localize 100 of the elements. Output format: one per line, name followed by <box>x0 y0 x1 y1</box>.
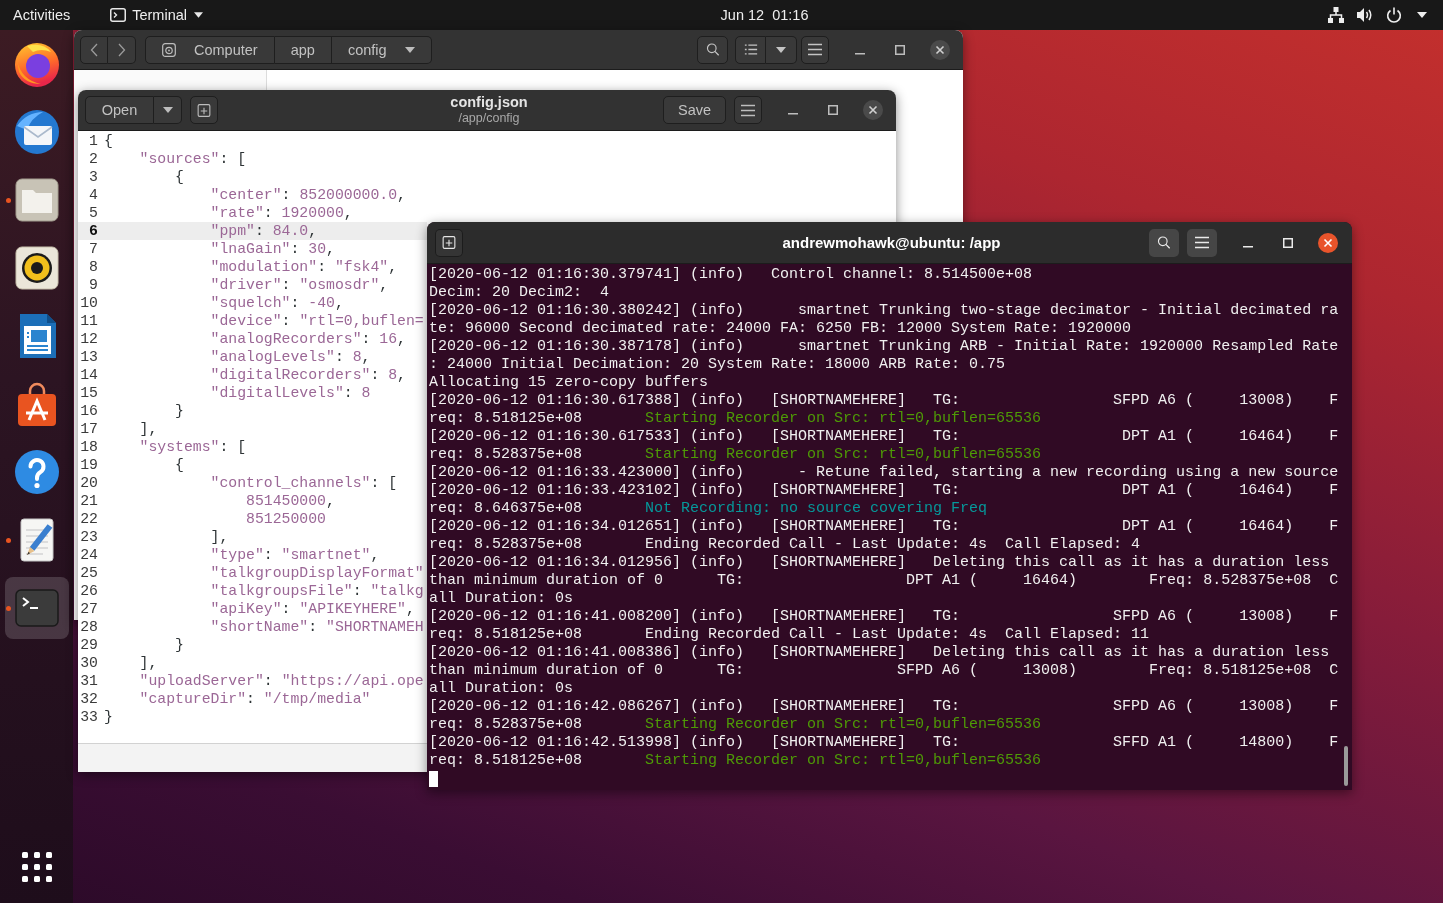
line-number: 20 <box>79 474 99 492</box>
code-line: "driver": "osmosdr", <box>209 276 389 294</box>
code-line: "uploadServer": "https://api.ope <box>138 672 424 690</box>
line-number: 11 <box>79 312 99 330</box>
caret-icon <box>1417 12 1427 18</box>
code-line: "sources": [ <box>138 150 247 168</box>
terminal-line: [2020-06-12 01:16:41.008386] (info) [SHORTNAMEHERE] Deleting this call as it has a duration less <box>429 644 1331 662</box>
search-button[interactable] <box>1149 228 1179 257</box>
line-number: 32 <box>79 690 99 708</box>
window-title: andrewmohawk@ubuntu: /app <box>782 233 1001 252</box>
terminal-line: req: 8.528375e+08 Starting Recorder on Src: rtl=0,buflen=65536 <box>429 446 1043 464</box>
scrollbar-thumb[interactable] <box>1344 746 1348 786</box>
view-options-button[interactable] <box>766 35 797 64</box>
search-button[interactable] <box>697 35 728 64</box>
window-title: config.json <box>450 94 528 112</box>
code-line: "squelch": -40, <box>209 294 344 312</box>
minimize-icon <box>788 113 798 115</box>
line-number: 13 <box>79 348 99 366</box>
line-number: 2 <box>88 150 99 168</box>
new-tab-icon <box>442 236 456 249</box>
close-icon <box>863 100 883 120</box>
network-icon <box>1328 7 1344 23</box>
power-icon <box>1386 7 1402 23</box>
back-button[interactable] <box>80 35 108 64</box>
clock-button[interactable]: Jun 12 01:16 <box>712 0 817 30</box>
terminal-line: [2020-06-12 01:16:41.008200] (info) [SHORTNAMEHERE] TG: SFPD A6 ( 13008) F <box>429 608 1340 626</box>
terminal-line: [2020-06-12 01:16:34.012956] (info) [SHORTNAMEHERE] Deleting this call as it has a duration less <box>429 554 1331 572</box>
code-line: "type": "smartnet", <box>209 546 380 564</box>
activities-button[interactable]: Activities <box>0 0 83 30</box>
line-number: 4 <box>88 186 99 204</box>
menu-button[interactable] <box>1187 228 1217 257</box>
menu-icon <box>1195 236 1209 249</box>
code-line: { <box>103 132 113 150</box>
code-line: 851450000, <box>245 492 335 510</box>
line-number: 30 <box>79 654 99 672</box>
chevron-left-icon <box>90 42 98 57</box>
close-icon <box>1318 232 1338 253</box>
terminal-line: [2020-06-12 01:16:30.379741] (info) Control channel: 8.514500e+08 <box>429 266 1034 284</box>
maximize-icon <box>828 105 838 115</box>
code-line: "apiKey": "APIKEYHERE", <box>209 600 415 618</box>
path-button[interactable]: Computer <box>145 35 275 64</box>
forward-button[interactable] <box>108 35 136 64</box>
line-number: 15 <box>79 384 99 402</box>
menu-button[interactable] <box>734 96 762 124</box>
help-icon <box>12 448 61 496</box>
list-view-button[interactable] <box>735 35 766 64</box>
line-number: 8 <box>88 258 99 276</box>
maximize-icon <box>1283 237 1293 248</box>
code-line: "digitalRecorders": 8, <box>209 366 406 384</box>
app-grid-icon <box>21 852 52 882</box>
speaker-icon <box>12 244 61 292</box>
envelope-icon <box>12 108 61 156</box>
line-number: 33 <box>79 708 99 726</box>
maximize-icon <box>895 44 905 55</box>
menu-button[interactable] <box>801 35 829 64</box>
line-number: 28 <box>79 618 99 636</box>
path-button[interactable]: app <box>274 35 332 64</box>
menu-icon <box>808 43 822 56</box>
save-button[interactable]: Save <box>663 96 726 124</box>
line-number: 22 <box>79 510 99 528</box>
code-line: "control_channels": [ <box>209 474 398 492</box>
caret-icon <box>162 107 173 113</box>
new-document-button[interactable] <box>190 96 218 124</box>
code-line: "talkgroupsFile": "talkg <box>209 582 424 600</box>
open-menu-button[interactable] <box>154 96 182 124</box>
line-number: 6 <box>88 222 99 240</box>
terminal-line: req: 8.518125e+08 Starting Recorder on Src: rtl=0,buflen=65536 <box>429 410 1043 428</box>
line-number: 5 <box>88 204 99 222</box>
app-menu-button[interactable]: Terminal <box>104 0 209 30</box>
caret-icon <box>404 46 415 53</box>
open-button[interactable]: Open <box>85 96 154 124</box>
terminal-line: Allocating 15 zero-copy buffers <box>429 374 710 392</box>
line-number: 17 <box>79 420 99 438</box>
code-line: "captureDir": "/tmp/media" <box>138 690 371 708</box>
code-line: "device": "rtl=0,buflen= <box>209 312 424 330</box>
line-number: 14 <box>79 366 99 384</box>
drive-icon <box>162 42 176 57</box>
minimize-icon <box>1243 245 1253 248</box>
globe-icon <box>12 40 61 88</box>
new-tab-button[interactable] <box>435 228 463 257</box>
terminal-line: req: 8.646375e+08 Not Recording: no source covering Freq <box>429 500 989 518</box>
code-line: "center": 852000000.0, <box>209 186 406 204</box>
line-number: 3 <box>88 168 99 186</box>
terminal-line: [2020-06-12 01:16:42.086267] (info) [SHORTNAMEHERE] TG: SFPD A6 ( 13008) F <box>429 698 1340 716</box>
path-button[interactable]: config <box>331 35 432 64</box>
code-line: ], <box>138 420 158 438</box>
terminal-line: than minimum duration of 0 TG: DPT A1 ( 16464) Freq: 8.528375e+08 C <box>429 572 1340 590</box>
code-line: ], <box>209 528 229 546</box>
terminal-line: [2020-06-12 01:16:33.423000] (info) - Retune failed, starting a new recording using a new source <box>429 464 1340 482</box>
close-icon <box>930 39 950 60</box>
caret-icon <box>776 46 786 53</box>
line-number: 29 <box>79 636 99 654</box>
terminal-line: [2020-06-12 01:16:34.012651] (info) [SHORTNAMEHERE] TG: DPT A1 ( 16464) F <box>429 518 1340 536</box>
terminal-line: Decim: 20 Decim2: 4 <box>429 284 611 302</box>
code-line: "ppm": 84.0, <box>209 222 318 240</box>
code-line: } <box>103 708 113 726</box>
search-icon <box>1157 236 1171 249</box>
minimize-icon <box>855 52 865 55</box>
list-icon <box>743 43 758 56</box>
terminal-line: all Duration: 0s <box>429 680 575 698</box>
